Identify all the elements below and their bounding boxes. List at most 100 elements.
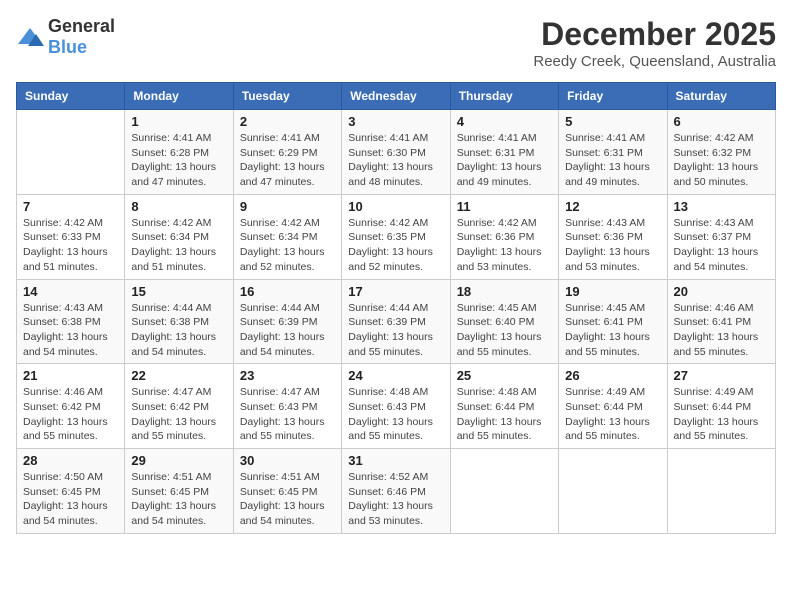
calendar-cell: 11 Sunrise: 4:42 AMSunset: 6:36 PMDayligh… — [450, 194, 558, 279]
calendar-week-row: 21 Sunrise: 4:46 AMSunset: 6:42 PMDayligh… — [17, 364, 776, 449]
calendar-cell: 26 Sunrise: 4:49 AMSunset: 6:44 PMDayligh… — [559, 364, 667, 449]
calendar-cell: 13 Sunrise: 4:43 AMSunset: 6:37 PMDayligh… — [667, 194, 775, 279]
calendar-cell: 24 Sunrise: 4:48 AMSunset: 6:43 PMDayligh… — [342, 364, 450, 449]
calendar-header-row: SundayMondayTuesdayWednesdayThursdayFrid… — [17, 83, 776, 110]
calendar-header-saturday: Saturday — [667, 83, 775, 110]
calendar-cell: 28 Sunrise: 4:50 AMSunset: 6:45 PMDayligh… — [17, 449, 125, 534]
day-info: Sunrise: 4:47 AMSunset: 6:43 PMDaylight:… — [240, 385, 335, 444]
day-info: Sunrise: 4:42 AMSunset: 6:32 PMDaylight:… — [674, 131, 769, 190]
day-info: Sunrise: 4:48 AMSunset: 6:44 PMDaylight:… — [457, 385, 552, 444]
calendar-week-row: 1Sunrise: 4:41 AMSunset: 6:28 PMDaylight… — [17, 110, 776, 195]
calendar-cell — [17, 110, 125, 195]
day-number: 11 — [457, 199, 552, 214]
day-info: Sunrise: 4:41 AMSunset: 6:29 PMDaylight:… — [240, 131, 335, 190]
calendar-header-tuesday: Tuesday — [233, 83, 341, 110]
calendar-cell: 9 Sunrise: 4:42 AMSunset: 6:34 PMDaylight… — [233, 194, 341, 279]
calendar-cell: 1Sunrise: 4:41 AMSunset: 6:28 PMDaylight… — [125, 110, 233, 195]
day-number: 25 — [457, 368, 552, 383]
logo-general: General — [48, 16, 115, 36]
title-area: December 2025 Reedy Creek, Queensland, A… — [533, 16, 776, 70]
calendar-cell: 14 Sunrise: 4:43 AMSunset: 6:38 PMDayligh… — [17, 279, 125, 364]
day-info: Sunrise: 4:49 AMSunset: 6:44 PMDaylight:… — [565, 385, 660, 444]
day-info: Sunrise: 4:52 AMSunset: 6:46 PMDaylight:… — [348, 470, 443, 529]
logo: General Blue — [16, 16, 115, 58]
calendar-cell: 12Sunrise: 4:43 AMSunset: 6:36 PMDayligh… — [559, 194, 667, 279]
page-subtitle: Reedy Creek, Queensland, Australia — [533, 53, 776, 70]
day-info: Sunrise: 4:42 AMSunset: 6:33 PMDaylight:… — [23, 216, 118, 275]
day-number: 5 — [565, 114, 660, 129]
day-number: 4 — [457, 114, 552, 129]
day-info: Sunrise: 4:46 AMSunset: 6:41 PMDaylight:… — [674, 301, 769, 360]
day-info: Sunrise: 4:43 AMSunset: 6:37 PMDaylight:… — [674, 216, 769, 275]
calendar-cell: 16 Sunrise: 4:44 AMSunset: 6:39 PMDayligh… — [233, 279, 341, 364]
day-number: 14 — [23, 284, 118, 299]
calendar-cell: 3Sunrise: 4:41 AMSunset: 6:30 PMDaylight… — [342, 110, 450, 195]
calendar-cell: 25 Sunrise: 4:48 AMSunset: 6:44 PMDayligh… — [450, 364, 558, 449]
day-number: 21 — [23, 368, 118, 383]
calendar-cell — [667, 449, 775, 534]
calendar-cell: 22 Sunrise: 4:47 AMSunset: 6:42 PMDayligh… — [125, 364, 233, 449]
day-number: 13 — [674, 199, 769, 214]
calendar-cell: 8Sunrise: 4:42 AMSunset: 6:34 PMDaylight… — [125, 194, 233, 279]
day-number: 31 — [348, 453, 443, 468]
day-info: Sunrise: 4:42 AMSunset: 6:35 PMDaylight:… — [348, 216, 443, 275]
day-number: 17 — [348, 284, 443, 299]
day-info: Sunrise: 4:48 AMSunset: 6:43 PMDaylight:… — [348, 385, 443, 444]
day-info: Sunrise: 4:47 AMSunset: 6:42 PMDaylight:… — [131, 385, 226, 444]
calendar-cell: 21 Sunrise: 4:46 AMSunset: 6:42 PMDayligh… — [17, 364, 125, 449]
calendar-week-row: 7 Sunrise: 4:42 AMSunset: 6:33 PMDaylight… — [17, 194, 776, 279]
day-number: 7 — [23, 199, 118, 214]
day-number: 18 — [457, 284, 552, 299]
calendar-cell: 15Sunrise: 4:44 AMSunset: 6:38 PMDayligh… — [125, 279, 233, 364]
day-info: Sunrise: 4:51 AMSunset: 6:45 PMDaylight:… — [240, 470, 335, 529]
day-number: 10 — [348, 199, 443, 214]
calendar-cell: 10 Sunrise: 4:42 AMSunset: 6:35 PMDayligh… — [342, 194, 450, 279]
page-title: December 2025 — [533, 16, 776, 53]
calendar-cell: 29Sunrise: 4:51 AMSunset: 6:45 PMDayligh… — [125, 449, 233, 534]
day-info: Sunrise: 4:44 AMSunset: 6:39 PMDaylight:… — [240, 301, 335, 360]
day-info: Sunrise: 4:46 AMSunset: 6:42 PMDaylight:… — [23, 385, 118, 444]
logo-icon — [16, 26, 44, 48]
day-number: 3 — [348, 114, 443, 129]
day-info: Sunrise: 4:51 AMSunset: 6:45 PMDaylight:… — [131, 470, 226, 529]
day-info: Sunrise: 4:41 AMSunset: 6:31 PMDaylight:… — [457, 131, 552, 190]
calendar-week-row: 14 Sunrise: 4:43 AMSunset: 6:38 PMDayligh… — [17, 279, 776, 364]
calendar-cell: 19Sunrise: 4:45 AMSunset: 6:41 PMDayligh… — [559, 279, 667, 364]
day-number: 23 — [240, 368, 335, 383]
calendar-cell: 20 Sunrise: 4:46 AMSunset: 6:41 PMDayligh… — [667, 279, 775, 364]
day-number: 26 — [565, 368, 660, 383]
day-number: 22 — [131, 368, 226, 383]
day-number: 27 — [674, 368, 769, 383]
day-info: Sunrise: 4:42 AMSunset: 6:34 PMDaylight:… — [131, 216, 226, 275]
calendar-cell: 27 Sunrise: 4:49 AMSunset: 6:44 PMDayligh… — [667, 364, 775, 449]
calendar-cell: 23 Sunrise: 4:47 AMSunset: 6:43 PMDayligh… — [233, 364, 341, 449]
day-info: Sunrise: 4:43 AMSunset: 6:38 PMDaylight:… — [23, 301, 118, 360]
calendar-cell: 7 Sunrise: 4:42 AMSunset: 6:33 PMDaylight… — [17, 194, 125, 279]
calendar-week-row: 28 Sunrise: 4:50 AMSunset: 6:45 PMDayligh… — [17, 449, 776, 534]
day-info: Sunrise: 4:49 AMSunset: 6:44 PMDaylight:… — [674, 385, 769, 444]
day-number: 28 — [23, 453, 118, 468]
day-info: Sunrise: 4:50 AMSunset: 6:45 PMDaylight:… — [23, 470, 118, 529]
calendar-cell: 5Sunrise: 4:41 AMSunset: 6:31 PMDaylight… — [559, 110, 667, 195]
calendar-cell: 17Sunrise: 4:44 AMSunset: 6:39 PMDayligh… — [342, 279, 450, 364]
calendar-cell: 2 Sunrise: 4:41 AMSunset: 6:29 PMDaylight… — [233, 110, 341, 195]
day-number: 20 — [674, 284, 769, 299]
day-number: 30 — [240, 453, 335, 468]
day-number: 16 — [240, 284, 335, 299]
day-info: Sunrise: 4:44 AMSunset: 6:38 PMDaylight:… — [131, 301, 226, 360]
day-number: 24 — [348, 368, 443, 383]
header: General Blue December 2025 Reedy Creek, … — [16, 16, 776, 70]
day-info: Sunrise: 4:43 AMSunset: 6:36 PMDaylight:… — [565, 216, 660, 275]
calendar-table: SundayMondayTuesdayWednesdayThursdayFrid… — [16, 82, 776, 534]
calendar-cell: 4 Sunrise: 4:41 AMSunset: 6:31 PMDaylight… — [450, 110, 558, 195]
logo-blue: Blue — [48, 37, 87, 57]
calendar-cell: 18Sunrise: 4:45 AMSunset: 6:40 PMDayligh… — [450, 279, 558, 364]
calendar-header-friday: Friday — [559, 83, 667, 110]
day-info: Sunrise: 4:45 AMSunset: 6:41 PMDaylight:… — [565, 301, 660, 360]
day-info: Sunrise: 4:42 AMSunset: 6:36 PMDaylight:… — [457, 216, 552, 275]
day-number: 6 — [674, 114, 769, 129]
day-info: Sunrise: 4:42 AMSunset: 6:34 PMDaylight:… — [240, 216, 335, 275]
day-number: 2 — [240, 114, 335, 129]
calendar-cell: 6 Sunrise: 4:42 AMSunset: 6:32 PMDaylight… — [667, 110, 775, 195]
day-number: 9 — [240, 199, 335, 214]
